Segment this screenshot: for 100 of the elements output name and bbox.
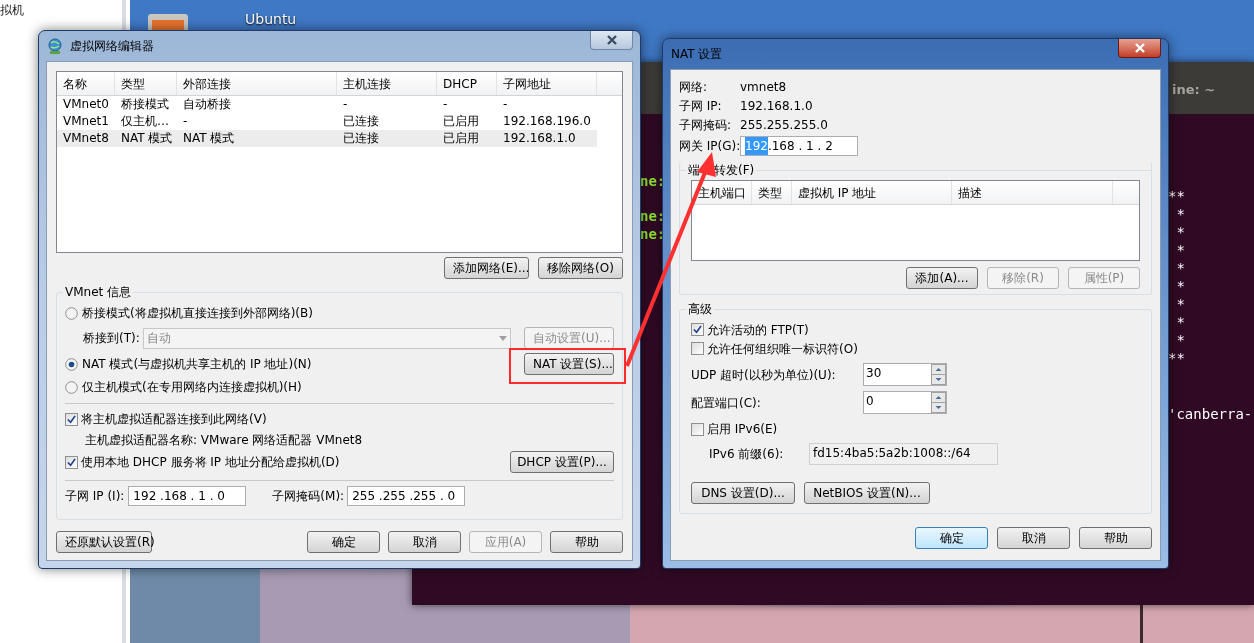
column-header[interactable]: 描述 xyxy=(952,181,1113,204)
field-label: 子网 IP: xyxy=(679,97,723,115)
terminal-text: ne: xyxy=(640,207,666,225)
dialog-button[interactable]: 移除网络(O) xyxy=(538,257,623,279)
checkbox-label: 使用本地 DHCP 服务将 IP 地址分配给虚拟机(D) xyxy=(81,454,340,471)
table-cell-text: 已启用 xyxy=(442,113,480,130)
table-cell-text: 192.168.196.0 xyxy=(502,113,592,130)
field-label: 网关 IP(G): xyxy=(679,138,740,155)
dropdown-arrow-icon xyxy=(498,335,507,341)
table-cell-text: 192.168.1.0 xyxy=(502,130,577,147)
column-header[interactable]: DHCP xyxy=(437,72,497,95)
table-cell-text: - xyxy=(502,96,509,113)
table-cell-text: VMnet1 xyxy=(62,113,110,130)
table-cell-text: VMnet8 xyxy=(62,130,110,147)
dialog-button[interactable]: 取消 xyxy=(388,531,461,553)
field-value: 192.168.1.0 xyxy=(740,97,813,115)
ip-address-field[interactable]: 192.168 . 1 . 2 xyxy=(740,136,858,156)
dialog-button[interactable]: 确定 xyxy=(307,531,380,553)
terminal-text: ne: xyxy=(640,225,666,243)
radio-button[interactable] xyxy=(65,306,78,320)
table-cell-text: - xyxy=(342,96,349,113)
close-button[interactable] xyxy=(590,31,633,50)
column-header[interactable]: 主机端口 xyxy=(692,181,752,204)
dialog-button[interactable]: 取消 xyxy=(997,527,1070,549)
column-header[interactable]: 主机连接 xyxy=(337,72,437,95)
radio-label: 桥接模式(将虚拟机直接连接到外部网络)(B) xyxy=(82,305,313,322)
table-row[interactable]: VMnet1 仅主机… - 已连接 已启用 192.168.196.0 xyxy=(57,113,597,130)
close-icon xyxy=(1133,43,1146,53)
table-cell-text: - xyxy=(182,113,189,130)
table-cell-text: 已连接 xyxy=(342,113,380,130)
dialog-button[interactable]: 添加网络(E)... xyxy=(444,257,529,279)
table-cell-text: 仅主机… xyxy=(120,113,170,130)
radio-label: NAT 模式(与虚拟机共享主机的 IP 地址)(N) xyxy=(82,356,312,373)
checkbox[interactable] xyxy=(691,422,704,436)
table-cell-text: 桥接模式 xyxy=(120,96,170,113)
group-title: 端 xyxy=(686,162,702,178)
field-label: 子网掩码(M): xyxy=(272,488,345,505)
dialog-button[interactable]: 确定 xyxy=(915,527,988,549)
checkbox-label: 启用 IPv6(E) xyxy=(707,421,778,438)
radio-label: 仅主机模式(在专用网络内连接虚拟机)(H) xyxy=(82,379,302,396)
dialog-button[interactable]: 添加(A)... xyxy=(906,267,978,289)
group-title: 转发(F) xyxy=(712,162,757,178)
column-header[interactable]: 子网地址 xyxy=(497,72,597,95)
table-cell-text: VMnet0 xyxy=(62,96,110,113)
spin-box[interactable]: 0 xyxy=(863,391,947,414)
field-value: vmnet8 xyxy=(740,78,787,96)
terminal-text: ne: xyxy=(640,172,666,190)
field-label: UDP 超时(以秒为单位)(U): xyxy=(691,366,837,384)
checkbox-label: 将主机虚拟适配器连接到此网络(V) xyxy=(81,411,267,428)
spinner-arrows-icon[interactable] xyxy=(931,364,946,385)
checkbox[interactable] xyxy=(65,412,78,426)
dialog-button[interactable]: DHCP 设置(P)... xyxy=(510,451,614,473)
globe-icon xyxy=(46,37,64,55)
checkbox[interactable] xyxy=(691,323,704,336)
close-icon xyxy=(605,35,618,45)
terminal-title: ine: ~ xyxy=(1172,81,1216,99)
checkbox-label: 允许活动的 FTP(T) xyxy=(707,321,809,339)
dialog-button[interactable]: 帮助 xyxy=(550,531,623,553)
radio-button[interactable] xyxy=(65,357,78,371)
field-label: 子网掩码: xyxy=(679,116,733,134)
column-header[interactable]: 外部连接 xyxy=(177,72,337,95)
table-cell-text: NAT 模式 xyxy=(120,130,174,147)
table-cell-text: 已启用 xyxy=(442,130,480,147)
spinner-arrows-icon[interactable] xyxy=(931,392,946,413)
window-title: NAT 设置 xyxy=(670,46,723,63)
side-panel-text: 拟机 xyxy=(0,2,24,19)
window-title: 虚拟网络编辑器 xyxy=(70,38,154,55)
column-header[interactable]: 名称 xyxy=(57,72,115,95)
spin-box[interactable]: 30 xyxy=(863,363,947,386)
checkbox[interactable] xyxy=(65,455,78,469)
radio-button[interactable] xyxy=(65,380,78,394)
dialog-button[interactable]: 帮助 xyxy=(1079,527,1152,549)
terminal-text: 'canberra- xyxy=(1168,405,1253,423)
field-label: 子网 IP (I): xyxy=(65,488,125,505)
column-header[interactable]: 虚拟机 IP 地址 xyxy=(792,181,952,204)
adapter-name-text: 主机虚拟适配器名称: VMware 网络适配器 VMnet8 xyxy=(84,432,364,449)
group-title: 高级 xyxy=(686,301,714,317)
table-row[interactable]: VMnet0 桥接模式 自动桥接 - - - xyxy=(57,96,597,113)
checkbox-label: 允许任何组织唯一标识符(O) xyxy=(707,340,858,358)
close-button[interactable] xyxy=(1118,39,1161,58)
checkbox[interactable] xyxy=(691,342,704,355)
column-header[interactable]: 类型 xyxy=(115,72,177,95)
dialog-button[interactable]: 还原默认设置(R) xyxy=(56,531,152,553)
field-label: 桥接到(T): xyxy=(83,330,140,347)
table-cell-text: 已连接 xyxy=(342,130,380,147)
terminal-text: ** * * * * * * * * ** xyxy=(1168,187,1185,367)
dialog-button[interactable]: NetBIOS 设置(N)... xyxy=(804,482,930,504)
field-label: 配置端口(C): xyxy=(691,394,762,412)
ip-address-field[interactable]: 192 .168 . 1 . 0 xyxy=(128,486,247,506)
column-header[interactable]: 类型 xyxy=(752,181,792,204)
table-row[interactable]: VMnet8 NAT 模式 NAT 模式 已连接 已启用 192.168.1.0 xyxy=(57,130,597,147)
table-cell-text: 自动桥接 xyxy=(182,96,232,113)
ip-address-field[interactable]: 255 .255 .255 . 0 xyxy=(347,486,466,506)
desktop-icon-label[interactable]: Ubuntu xyxy=(245,9,297,30)
field-label: 网络: xyxy=(679,78,709,96)
dialog-button[interactable]: DNS 设置(D)... xyxy=(691,482,795,504)
group-title: VMnet 信息 xyxy=(63,284,134,300)
table-cell-text: NAT 模式 xyxy=(182,130,236,147)
table-cell-text: - xyxy=(442,96,449,113)
dialog-button[interactable]: NAT 设置(S)... xyxy=(524,353,614,375)
